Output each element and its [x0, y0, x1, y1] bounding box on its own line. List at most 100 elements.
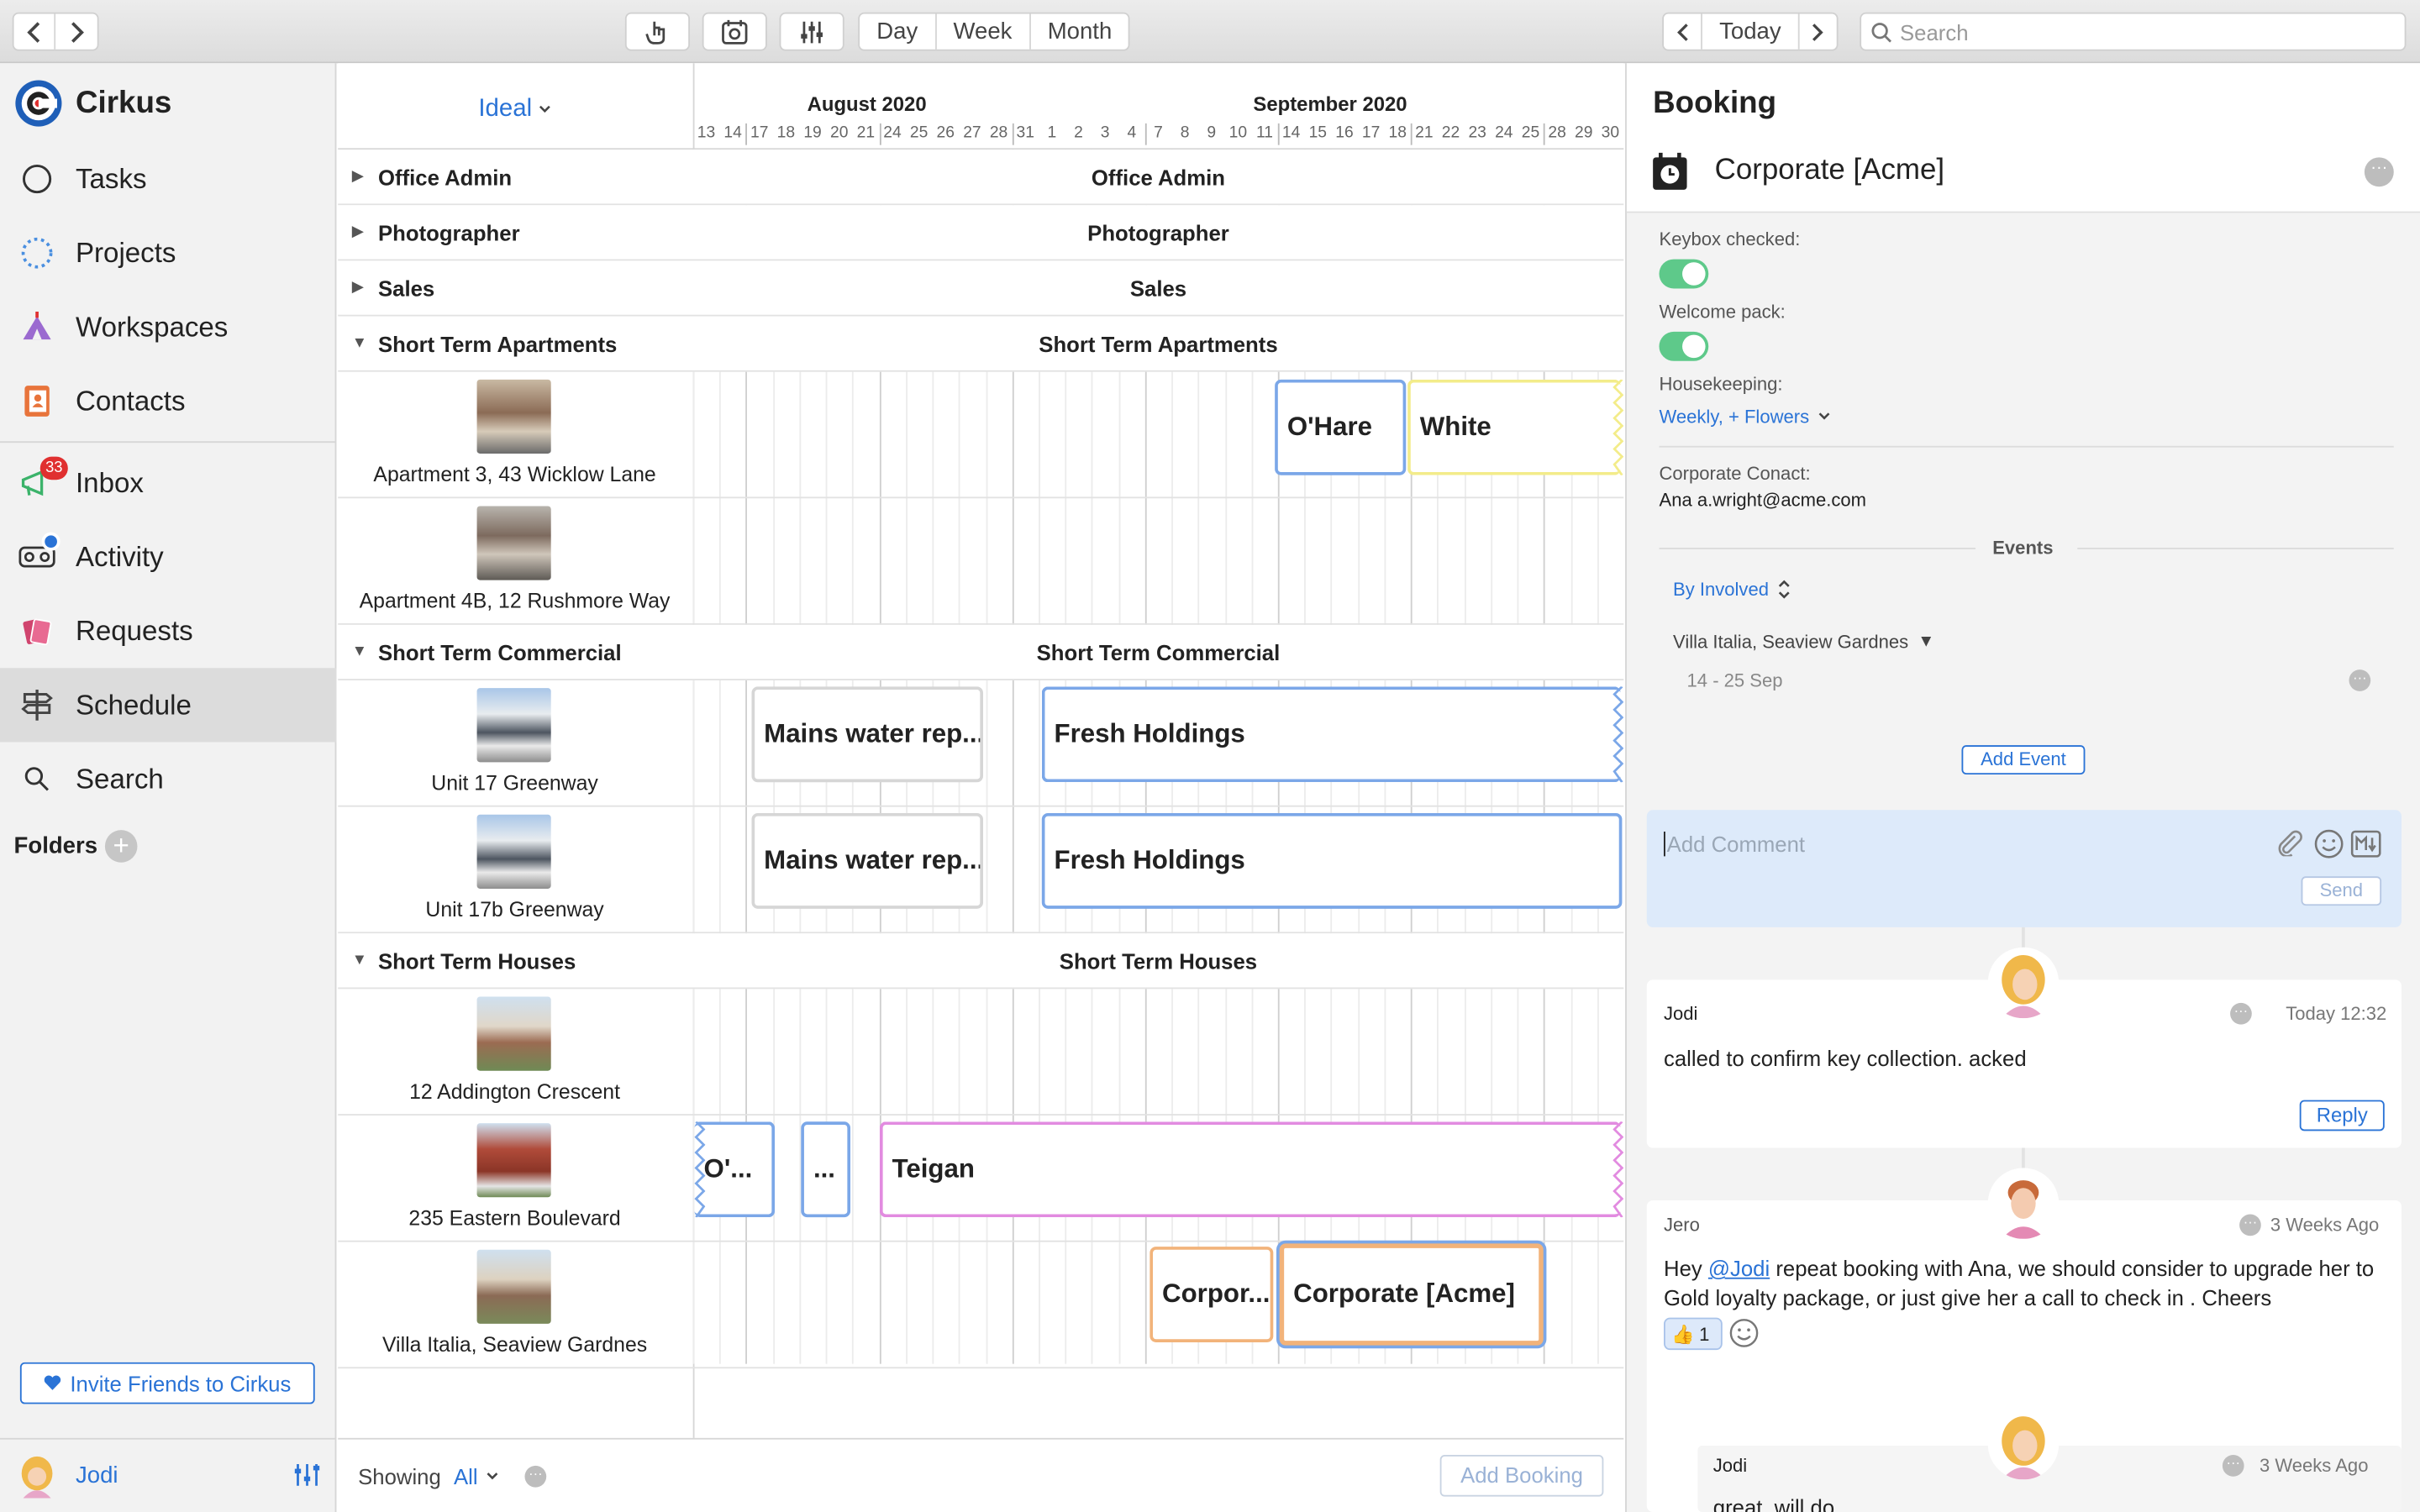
booking-bar-selected[interactable]: Corporate [Acme] — [1279, 1243, 1544, 1346]
sidebar-item-workspaces[interactable]: Workspaces — [0, 290, 336, 364]
disclosure-right-icon[interactable]: ▶ — [352, 279, 364, 296]
today-button[interactable]: Today — [1702, 13, 1800, 50]
sidebar-item-label: Tasks — [76, 162, 147, 194]
comment-input[interactable]: Add Comment — [1667, 832, 1805, 856]
disclosure-down-icon[interactable]: ▼ — [352, 643, 367, 660]
disclosure-down-icon[interactable]: ▼ — [352, 952, 367, 969]
schedule-settings-button[interactable] — [779, 12, 844, 51]
welcome-toggle[interactable] — [1659, 331, 1709, 361]
sidebar-item-label: Schedule — [76, 689, 192, 720]
panel-title: Booking — [1653, 86, 1777, 121]
sidebar-item-tasks[interactable]: Tasks — [0, 142, 336, 216]
showing-filter[interactable]: All — [454, 1464, 497, 1488]
week-tick — [745, 123, 748, 145]
app-window: Day Week Month Today Search Cirkus Tasks… — [0, 0, 2420, 1512]
booking-bar[interactable]: O'... — [694, 1121, 776, 1218]
sidebar-item-projects[interactable]: Projects — [0, 216, 336, 290]
group-row-short-term-houses[interactable]: ▼ Short Term Houses Short Term Houses — [338, 933, 1624, 990]
keybox-toggle[interactable] — [1659, 259, 1709, 289]
calendar-search-button[interactable] — [702, 12, 767, 51]
comment-more-icon[interactable]: ··· — [2222, 1455, 2244, 1477]
sidebar-item-schedule[interactable]: Schedule — [0, 668, 337, 743]
mention-link[interactable]: @Jodi — [1708, 1256, 1770, 1280]
search-field[interactable]: Search — [1860, 12, 2407, 51]
booking-bar[interactable]: Mains water rep... — [751, 812, 984, 909]
comment-box — [1646, 810, 2402, 927]
group-row-office-admin[interactable]: ▶ Office Admin Office Admin — [338, 150, 1624, 206]
comment-text-part: repeat booking with Ana, we should consi… — [1664, 1256, 2375, 1310]
send-button[interactable]: Send — [2301, 876, 2382, 906]
sidebar-item-search[interactable]: Search — [0, 742, 336, 816]
touch-mode-button[interactable] — [624, 12, 691, 51]
back-icon[interactable] — [14, 13, 56, 50]
comment-more-icon[interactable]: ··· — [2239, 1214, 2261, 1236]
disclosure-right-icon[interactable]: ▶ — [352, 223, 364, 240]
add-folder-icon[interactable]: + — [104, 830, 138, 863]
reply-button[interactable]: Reply — [2299, 1100, 2385, 1131]
sidebar-item-requests[interactable]: Requests — [0, 594, 336, 668]
week-tick — [1277, 123, 1280, 145]
sidebar-divider — [0, 441, 337, 444]
disclosure-right-icon[interactable]: ▶ — [352, 168, 364, 185]
paperclip-icon[interactable] — [2275, 828, 2302, 857]
emoji-icon[interactable] — [2313, 828, 2344, 859]
user-settings-icon[interactable] — [293, 1461, 321, 1496]
event-group[interactable]: Villa Italia, Seaview Gardnes ▼ — [1673, 631, 1934, 653]
user-avatar[interactable] — [17, 1455, 57, 1499]
sidebar-item-inbox[interactable]: 33 Inbox — [0, 446, 336, 520]
booking-bar[interactable]: Mains water rep... — [751, 686, 984, 783]
sidebar-item-contacts[interactable]: Contacts — [0, 364, 336, 438]
next-period-button[interactable] — [1800, 14, 1837, 50]
housekeeping-select[interactable]: Weekly, + Flowers — [1659, 406, 1830, 428]
sidebar-item-label: Requests — [76, 614, 193, 646]
view-month-button[interactable]: Month — [1031, 14, 1129, 50]
group-row-short-term-commercial[interactable]: ▼ Short Term Commercial Short Term Comme… — [338, 624, 1624, 681]
group-row-short-term-apartments[interactable]: ▼ Short Term Apartments Short Term Apart… — [338, 316, 1624, 372]
divider — [1659, 548, 1976, 549]
contact-label: Corporate Conact: — [1659, 463, 1811, 485]
booking-bar[interactable]: O'Hare — [1275, 379, 1407, 475]
view-day-button[interactable]: Day — [860, 13, 937, 50]
markdown-icon[interactable] — [2350, 830, 2381, 858]
day-label: 17 — [750, 123, 769, 142]
disclosure-down-icon[interactable]: ▼ — [352, 335, 367, 352]
comment-author: Jodi — [1712, 1455, 1748, 1477]
comment-more-icon[interactable]: ··· — [2230, 1002, 2252, 1025]
resource-name: 12 Addington Crescent — [409, 1079, 620, 1104]
disclosure-down-icon: ▼ — [1918, 633, 1935, 652]
dotted-circle-icon — [18, 234, 55, 271]
continues-right-icon — [1612, 1121, 1624, 1218]
forward-icon[interactable] — [55, 14, 97, 50]
property-photo — [476, 1249, 551, 1324]
booking-bar[interactable]: White — [1407, 379, 1621, 475]
more-options-icon[interactable]: ··· — [524, 1465, 547, 1488]
group-title: Sales — [1129, 276, 1187, 302]
view-week-button[interactable]: Week — [936, 13, 1031, 50]
booking-bar[interactable]: Fresh Holdings — [1041, 812, 1623, 909]
booking-bar[interactable]: Teigan — [879, 1121, 1621, 1218]
day-label: 18 — [1388, 123, 1407, 142]
booking-bar[interactable]: Fresh Holdings — [1041, 686, 1621, 783]
event-more-icon[interactable]: ··· — [2349, 669, 2371, 691]
invite-friends-button[interactable]: Invite Friends to Cirkus — [19, 1362, 315, 1404]
property-photo — [476, 506, 551, 580]
add-reaction-icon[interactable] — [1728, 1318, 1760, 1349]
group-row-sales[interactable]: ▶ Sales Sales — [338, 260, 1624, 317]
booking-bar[interactable]: ... — [801, 1121, 851, 1218]
add-event-button[interactable]: Add Event — [1961, 745, 2086, 775]
group-row-photographer[interactable]: ▶ Photographer Photographer — [338, 205, 1624, 261]
sidebar-item-label: Inbox — [76, 466, 144, 498]
user-name[interactable]: Jodi — [76, 1462, 118, 1488]
schedule-view: Ideal August 2020 September 2020 13 14 17 1… — [338, 63, 1624, 1512]
week-tick — [1411, 123, 1413, 145]
sidebar-item-activity[interactable]: Activity — [0, 520, 336, 594]
prev-period-button[interactable] — [1664, 13, 1702, 50]
group-name: Short Term Houses — [378, 948, 576, 974]
hand-pointer-icon — [645, 20, 666, 44]
reaction-chip[interactable]: 👍 1 — [1664, 1317, 1723, 1351]
view-selector[interactable]: Ideal — [478, 96, 550, 123]
booking-bar[interactable]: Corpor... — [1150, 1247, 1274, 1342]
add-booking-button[interactable]: Add Booking — [1439, 1455, 1604, 1497]
booking-more-icon[interactable]: ··· — [2364, 157, 2394, 187]
events-filter[interactable]: By Involved — [1673, 579, 1791, 600]
